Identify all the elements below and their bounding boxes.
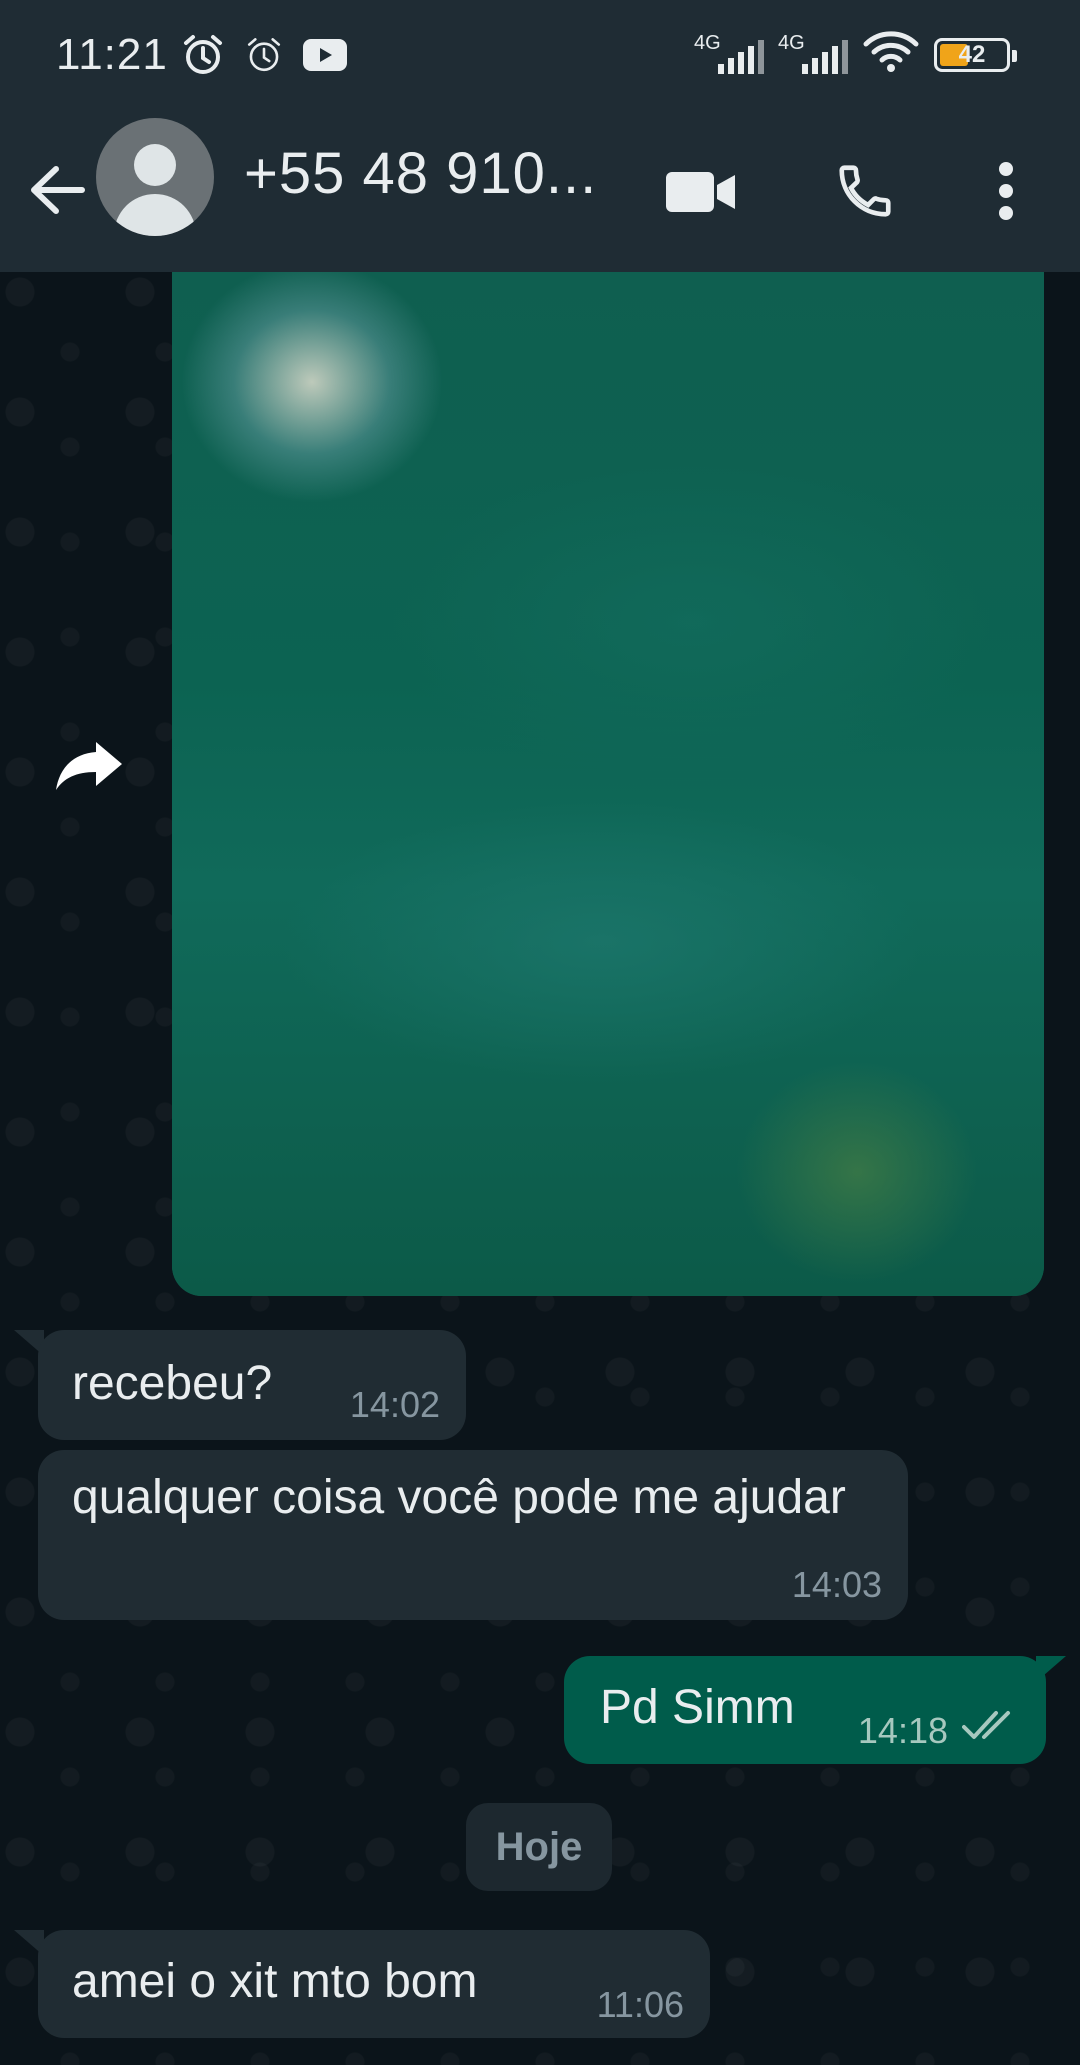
status-time: 11:21 [56, 30, 168, 79]
message-text: recebeu? [72, 1357, 273, 1410]
message-time: 14:02 [349, 1384, 440, 1425]
contact-name[interactable]: +55 48 910... [244, 140, 597, 207]
video-call-button[interactable] [656, 152, 746, 232]
status-bar: 11:21 4G 4G 42 [0, 0, 1080, 112]
alarm-icon [180, 32, 226, 83]
message-text: amei o xit mto bom [72, 1955, 478, 2008]
youtube-icon [302, 38, 348, 77]
forward-button[interactable] [52, 736, 132, 806]
outgoing-message[interactable]: Pd Simm 14:18 [564, 1656, 1046, 1764]
back-button[interactable] [22, 150, 92, 230]
message-time: 14:03 [791, 1564, 882, 1605]
arrow-left-icon [31, 166, 85, 214]
more-vertical-icon [999, 162, 1013, 220]
battery-icon: 42 [934, 37, 1017, 72]
message-text: qualquer coisa você pode me ajudar [72, 1471, 846, 1524]
status-system-icons: 4G 4G 42 [694, 30, 1017, 79]
share-arrow-icon [56, 742, 122, 790]
date-separator: Hoje [466, 1803, 612, 1891]
status-notification-icons [180, 32, 348, 83]
more-options-button[interactable] [976, 148, 1036, 234]
voice-call-button[interactable] [820, 148, 910, 234]
incoming-message[interactable]: amei o xit mto bom 11:06 [38, 1930, 710, 2038]
image-message[interactable] [172, 272, 1044, 1296]
contact-avatar[interactable] [96, 118, 214, 236]
network-type-1: 4G [694, 31, 721, 54]
video-camera-icon [666, 172, 735, 212]
blurred-image [172, 272, 1044, 1296]
signal-icon: 4G [694, 32, 764, 78]
message-time: 11:06 [596, 1984, 684, 2025]
message-text: Pd Simm [600, 1681, 795, 1734]
battery-level: 42 [958, 40, 986, 68]
alarm-icon [244, 35, 284, 80]
incoming-message[interactable]: recebeu? 14:02 [38, 1330, 466, 1440]
phone-icon [839, 165, 891, 217]
wifi-icon [862, 30, 920, 79]
double-check-icon [962, 1709, 1020, 1748]
signal-icon: 4G [778, 32, 848, 78]
incoming-message[interactable]: qualquer coisa você pode me ajudar 14:03 [38, 1450, 908, 1620]
network-type-2: 4G [778, 31, 805, 54]
message-time: 14:18 [857, 1710, 948, 1751]
